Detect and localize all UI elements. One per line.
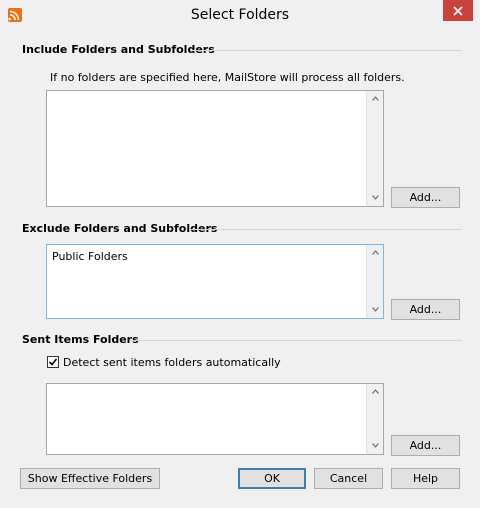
close-icon [453, 6, 463, 16]
chevron-down-icon [371, 307, 379, 312]
sent-group-divider [130, 340, 462, 341]
include-add-button[interactable]: Add... [391, 187, 460, 208]
ok-button[interactable]: OK [238, 468, 306, 489]
scroll-up-arrow[interactable] [367, 384, 383, 400]
exclude-group-title: Exclude Folders and Subfolders [22, 222, 218, 235]
scroll-down-arrow[interactable] [367, 190, 383, 206]
chevron-down-icon [371, 443, 379, 448]
show-effective-folders-button[interactable]: Show Effective Folders [20, 468, 160, 489]
chevron-down-icon [371, 195, 379, 200]
select-folders-dialog: Select Folders Include Folders and Subfo… [0, 0, 480, 508]
sent-add-button[interactable]: Add... [391, 435, 460, 456]
include-group-title: Include Folders and Subfolders [22, 43, 215, 56]
scroll-up-arrow[interactable] [367, 91, 383, 107]
close-button[interactable] [443, 0, 473, 21]
exclude-group-divider [190, 229, 462, 230]
exclude-list-scrollbar[interactable] [366, 245, 383, 318]
title-bar: Select Folders [0, 0, 480, 30]
include-hint: If no folders are specified here, MailSt… [50, 71, 405, 84]
chevron-up-icon [371, 250, 379, 255]
chevron-up-icon [371, 389, 379, 394]
dialog-title: Select Folders [190, 7, 290, 23]
checkmark-icon [49, 358, 57, 366]
scroll-down-arrow[interactable] [367, 302, 383, 318]
sent-group-title: Sent Items Folders [22, 333, 139, 346]
list-item[interactable]: Public Folders [52, 250, 128, 263]
include-list-scrollbar[interactable] [366, 91, 383, 206]
exclude-folders-list[interactable]: Public Folders [46, 244, 384, 319]
scroll-down-arrow[interactable] [367, 438, 383, 454]
scroll-up-arrow[interactable] [367, 245, 383, 261]
detect-sent-items-checkbox[interactable] [47, 356, 59, 368]
sent-list-scrollbar[interactable] [366, 384, 383, 454]
cancel-button[interactable]: Cancel [314, 468, 383, 489]
help-button[interactable]: Help [391, 468, 460, 489]
include-group-divider [190, 50, 462, 51]
chevron-up-icon [371, 96, 379, 101]
detect-sent-items-label[interactable]: Detect sent items folders automatically [63, 356, 281, 369]
exclude-add-button[interactable]: Add... [391, 299, 460, 320]
include-folders-list[interactable] [46, 90, 384, 207]
sent-folders-list[interactable] [46, 383, 384, 455]
